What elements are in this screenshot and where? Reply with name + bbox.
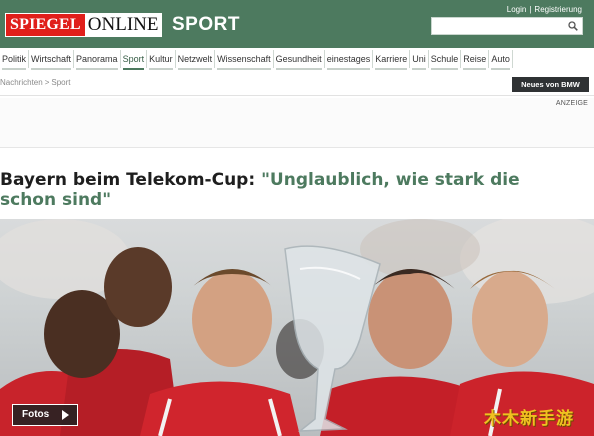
nav-item-gesundheit[interactable]: Gesundheit: [274, 50, 325, 70]
nav-item-kultur[interactable]: Kultur: [147, 50, 176, 70]
nav-item-sport[interactable]: Sport: [121, 50, 148, 70]
nav-item-panorama[interactable]: Panorama: [74, 50, 121, 70]
account-links: Login | Registrierung: [507, 5, 582, 15]
nav-item-karriere[interactable]: Karriere: [373, 50, 411, 70]
nav-item-einestages[interactable]: einestages: [325, 50, 374, 70]
nav-item-wirtschaft[interactable]: Wirtschaft: [29, 50, 75, 70]
headline-prefix: Bayern beim Telekom-Cup:: [0, 170, 256, 190]
site-header: SPIEGEL ONLINE SPORT Login | Registrieru…: [0, 0, 594, 48]
breadcrumb-current[interactable]: Sport: [51, 78, 70, 87]
section-title[interactable]: SPORT: [172, 14, 240, 36]
nav-item-auto[interactable]: Auto: [489, 50, 513, 70]
login-link[interactable]: Login: [507, 5, 527, 15]
bmw-promo-button[interactable]: Neues von BMW: [512, 77, 589, 92]
breadcrumb-home[interactable]: Nachrichten: [0, 78, 43, 87]
nav-item-wissenschaft[interactable]: Wissenschaft: [215, 50, 274, 70]
ad-label: ANZEIGE: [555, 100, 588, 107]
breadcrumb-bar: Nachrichten > Sport: [0, 74, 594, 96]
search-box[interactable]: [431, 17, 583, 35]
nav-item-reise[interactable]: Reise: [461, 50, 490, 70]
spiegel-online-logo[interactable]: SPIEGEL ONLINE: [5, 13, 163, 37]
nav-item-uni[interactable]: Uni: [410, 50, 429, 70]
main-navigation: Politik Wirtschaft Panorama Sport Kultur Netz…: [0, 50, 594, 70]
search-icon[interactable]: [568, 21, 578, 31]
watermark: 木木新手游: [484, 409, 574, 429]
play-icon: [62, 410, 69, 420]
logo-spiegel-text: SPIEGEL: [6, 14, 85, 36]
fotos-gallery-button[interactable]: Fotos: [12, 404, 78, 426]
logo-online-text: ONLINE: [84, 14, 162, 36]
search-input[interactable]: [435, 19, 565, 33]
fotos-label: Fotos: [22, 409, 50, 420]
nav-item-netzwelt[interactable]: Netzwelt: [176, 50, 216, 70]
breadcrumb-separator: >: [44, 78, 50, 87]
register-link[interactable]: Registrierung: [534, 5, 582, 15]
article-headline: Bayern beim Telekom-Cup: "Unglaublich, w…: [0, 170, 560, 210]
ad-space: [0, 98, 594, 148]
link-separator: |: [529, 5, 532, 14]
nav-item-schule[interactable]: Schule: [429, 50, 462, 70]
nav-item-politik[interactable]: Politik: [0, 50, 30, 70]
breadcrumb: Nachrichten > Sport: [0, 78, 70, 87]
